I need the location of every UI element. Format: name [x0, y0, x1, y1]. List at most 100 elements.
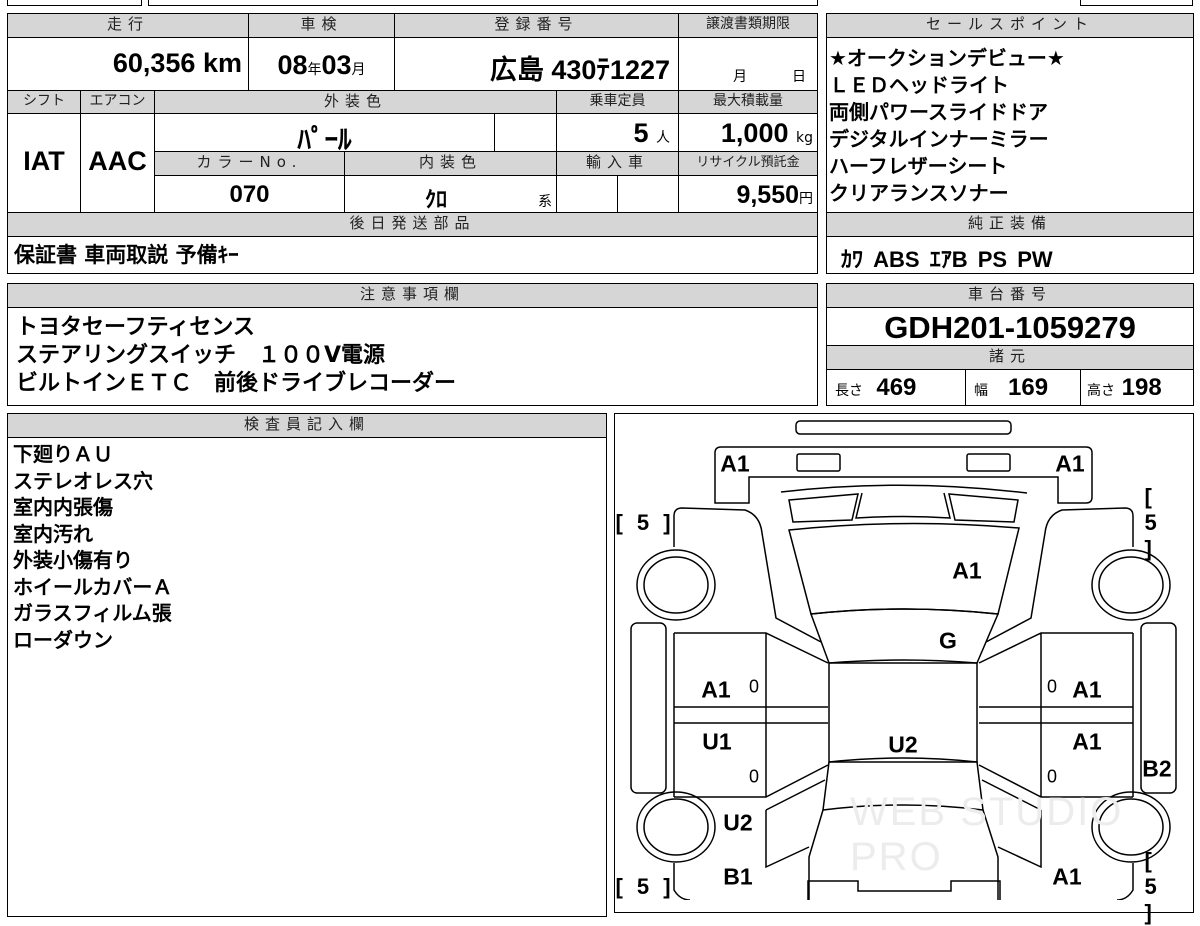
sales-point-item: ★オークションデビュー★: [829, 46, 1065, 70]
sales-points-list: ★オークションデビュー★ ＬＥＤヘッドライト 両側パワースライドドア デジタルイ…: [826, 37, 1194, 213]
import-car-value: [556, 175, 618, 213]
sales-point-item: デジタルインナーミラー: [829, 127, 1049, 151]
notes-header: 注意事項欄: [7, 283, 818, 308]
note-line: ビルトインＥＴＣ 前後ドライブレコーダー: [16, 371, 457, 396]
aircon-header: エアコン: [80, 90, 155, 114]
windshield: [809, 608, 1000, 664]
note-line: ステアリングスイッチ １００V電源: [16, 343, 386, 368]
damage-mark-sill-right: B2: [1142, 755, 1172, 782]
rear-bumper: [807, 880, 1001, 900]
grille-center: [855, 492, 951, 519]
cropped-header-box: [1080, 0, 1193, 6]
window-mark: 0: [1046, 676, 1058, 697]
inspector-line: ローダウン: [13, 627, 113, 652]
wheel-front-left: [636, 549, 716, 621]
equipment-item: ｶﾜ: [841, 247, 864, 272]
exterior-color-extra: [494, 113, 557, 152]
front-fender-left: [673, 507, 822, 643]
notes-body: トヨタセーフティセンス ステアリングスイッチ １００V電源 ビルトインＥＴＣ 前…: [7, 307, 818, 406]
tire-tread-front-right: [ 5 ]: [1144, 484, 1161, 561]
front-bumper-bar: [795, 420, 1012, 435]
registration-value: 広島 430ﾃ1227: [394, 37, 679, 91]
tire-tread-rear-right: [ 5 ]: [1144, 848, 1161, 925]
mileage-value: 60,356 km: [7, 37, 249, 91]
window-mark: 0: [1046, 766, 1058, 787]
sales-point-item: ＬＥＤヘッドライト: [829, 73, 1009, 97]
note-line: トヨタセーフティセンス: [16, 315, 255, 340]
mileage-header: 走行: [7, 13, 249, 38]
inspector-line: 室内汚れ: [13, 521, 93, 546]
tire-tread-front-left: [ 5 ]: [615, 510, 675, 535]
max-load-value: 1,000 kg: [678, 113, 818, 152]
damage-mark-front-door-left: A1: [701, 676, 731, 703]
interior-color-value: ｸﾛ 系: [344, 175, 557, 213]
damage-mark-front-bumper-right: A1: [1055, 450, 1085, 477]
inspector-body: 下廻りＡＵ ステレオレス穴 室内内張傷 室内汚れ 外装小傷有り ホイールカバーＡ…: [7, 437, 607, 917]
later-parts-header: 後日発送部品: [7, 212, 818, 237]
recycle-fee-header: リサイクル預託金: [678, 151, 818, 176]
shift-header: シフト: [7, 90, 81, 114]
grille: [780, 484, 1028, 494]
import-car-header: 輸入車: [556, 151, 679, 176]
fog-light-left: [796, 453, 841, 472]
standard-equipment-list: ｶﾜ ABS ｴｱB PS PW: [826, 236, 1194, 274]
damage-mark-roof: U2: [888, 731, 918, 758]
damage-mark-rear-fender-left: U2: [723, 809, 753, 836]
equipment-item: ｴｱB: [929, 247, 968, 272]
inspector-line: ステレオレス穴: [13, 468, 153, 493]
damage-mark-rear-door-left: U1: [702, 728, 732, 755]
color-no-value: 070: [154, 175, 345, 213]
inspector-line: 外装小傷有り: [13, 548, 133, 572]
inspection-header: 車検: [248, 13, 395, 38]
inspection-value: 08年03月: [248, 37, 395, 91]
color-no-header: カラーNo.: [154, 151, 345, 176]
exterior-color-header: 外装色: [154, 90, 557, 114]
damage-mark-hood: A1: [952, 557, 982, 584]
fog-light-right: [966, 453, 1011, 472]
shift-value: IAT: [7, 113, 81, 213]
wheel-rear-left: [636, 791, 716, 863]
equipment-item: PS: [977, 247, 1008, 272]
sales-point-item: クリアランスソナー: [829, 181, 1009, 205]
damage-mark-windshield: G: [939, 627, 957, 654]
capacity-value: 5 人: [556, 113, 679, 152]
damage-mark-rear-door-right: A1: [1072, 728, 1102, 755]
spec-height: 高さ 198: [1080, 369, 1194, 406]
inspector-line: ホイールカバーＡ: [13, 574, 173, 599]
damage-mark-rear-bumper-left: B1: [723, 863, 753, 890]
exterior-color-value: ﾊﾟｰﾙ: [154, 113, 495, 155]
specs-header: 諸元: [826, 345, 1194, 370]
window-mark: 0: [748, 676, 760, 697]
cropped-header-box: [7, 0, 142, 6]
headlight-left: [788, 493, 859, 523]
damage-mark-front-door-right: A1: [1072, 676, 1102, 703]
sales-points-header: セールスポイント: [826, 13, 1194, 38]
standard-equipment-header: 純正装備: [826, 212, 1194, 237]
front-bumper: [714, 446, 1093, 504]
inspector-line: 下廻りＡＵ: [13, 442, 113, 466]
tire-tread-rear-left: [ 5 ]: [615, 874, 675, 899]
aircon-value: AAC: [80, 113, 155, 213]
transfer-deadline-value: 月 日: [678, 37, 818, 91]
window-mark: 0: [748, 766, 760, 787]
chassis-number: GDH201-1059279: [826, 307, 1194, 346]
inspector-line: 室内内張傷: [13, 495, 113, 519]
equipment-item: ABS: [873, 247, 920, 272]
later-parts-value: 保証書 車両取説 予備ｷｰ: [7, 236, 818, 274]
chassis-header: 車台番号: [826, 283, 1194, 308]
sales-point-item: 両側パワースライドドア: [829, 100, 1048, 124]
interior-color-header: 内装色: [344, 151, 557, 176]
damage-mark-rear-bumper-right: A1: [1052, 863, 1082, 890]
recycle-fee-value: 9,550円: [678, 175, 818, 213]
damage-mark-front-bumper-left: A1: [720, 450, 750, 477]
headlight-right: [948, 493, 1019, 523]
transfer-deadline-header: 譲渡書類期限: [678, 13, 818, 38]
spec-length: 長さ 469: [826, 369, 966, 406]
hood: [788, 522, 1020, 615]
spec-width: 幅 169: [965, 369, 1081, 406]
equipment-item: PW: [1017, 247, 1053, 272]
max-load-header: 最大積載量: [678, 90, 818, 114]
inspector-line: ガラスフィルム張: [13, 601, 172, 625]
cropped-header-box: [148, 0, 818, 6]
sales-point-item: ハーフレザーシート: [829, 154, 1008, 178]
